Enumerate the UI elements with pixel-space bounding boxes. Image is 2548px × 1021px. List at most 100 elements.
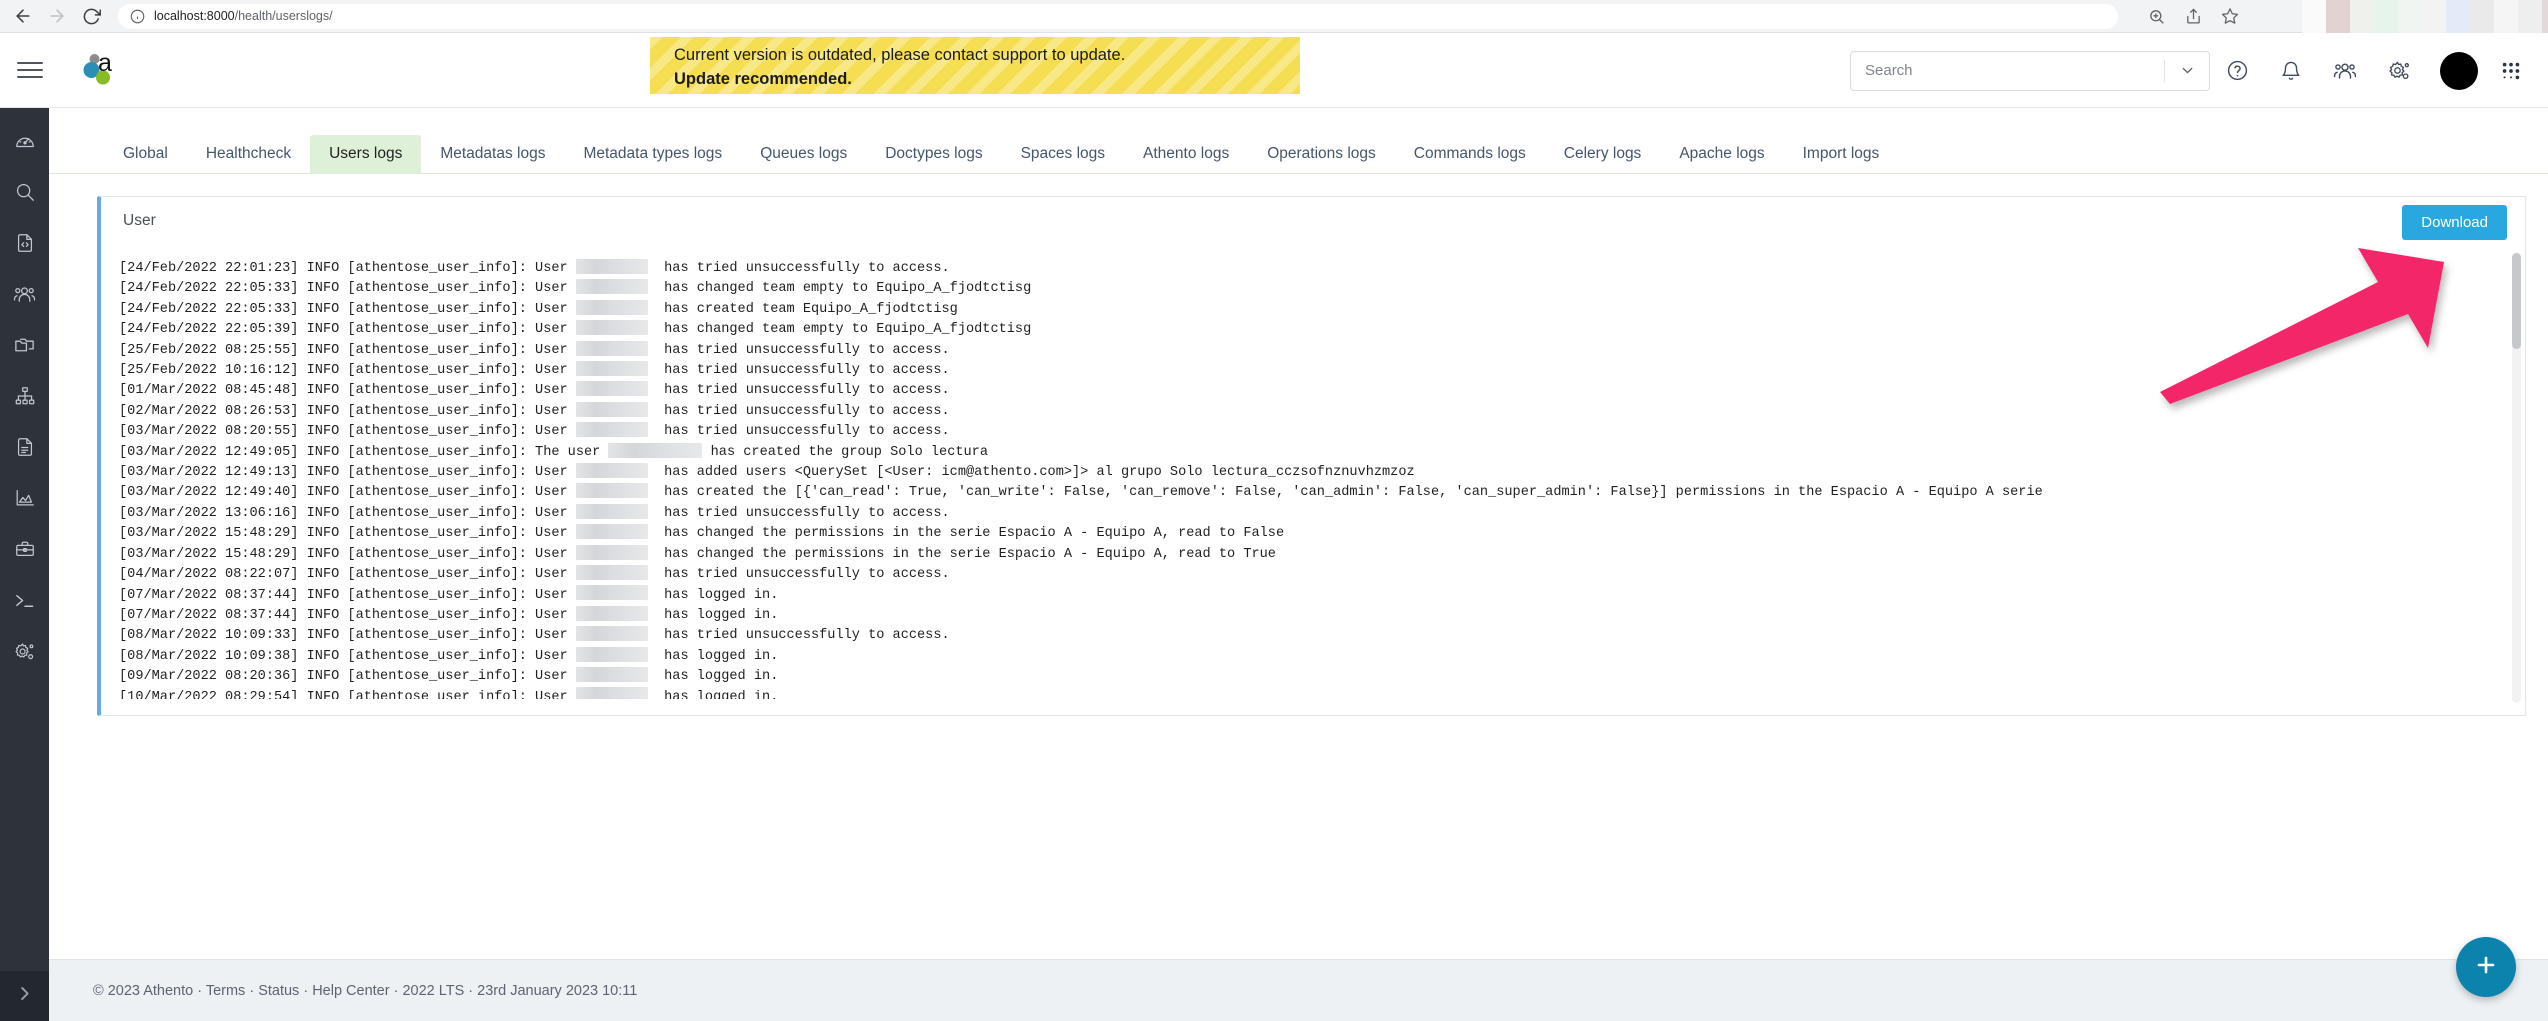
- log-line-suffix: has logged in.: [648, 669, 779, 684]
- sidebar-item-folders[interactable]: [0, 322, 49, 373]
- log-line: [24/Feb/2022 22:01:23] INFO [athentose_u…: [119, 259, 2525, 279]
- global-search[interactable]: [1850, 51, 2210, 91]
- sidebar-expand-toggle[interactable]: [0, 971, 49, 1021]
- svg-text:a: a: [98, 49, 112, 77]
- redacted-username: [576, 320, 648, 335]
- log-line: [03/Mar/2022 12:49:05] INFO [athentose_u…: [119, 443, 2525, 463]
- log-scrollbar[interactable]: [2512, 253, 2521, 703]
- share-icon[interactable]: [2183, 6, 2203, 26]
- chevron-down-icon[interactable]: [2165, 52, 2209, 90]
- address-bar[interactable]: localhost:8000/health/userslogs/: [118, 4, 2118, 29]
- redacted-username: [576, 606, 648, 621]
- ghost-tab: [2350, 0, 2374, 33]
- footer-sep: ·: [390, 983, 403, 999]
- tab-global[interactable]: Global: [104, 135, 187, 174]
- log-line-prefix: [08/Mar/2022 10:09:33] INFO [athentose_u…: [119, 628, 576, 643]
- log-line-suffix: has tried unsuccessfully to access.: [648, 363, 950, 378]
- log-line-suffix: has changed the permissions in the serie…: [648, 526, 1284, 541]
- users-group-icon[interactable]: [2318, 49, 2372, 93]
- sidebar-item-search[interactable]: [0, 169, 49, 220]
- log-line-prefix: [04/Mar/2022 08:22:07] INFO [athentose_u…: [119, 567, 576, 582]
- sidebar-item-administration[interactable]: [0, 628, 49, 679]
- footer-link-help-center[interactable]: Help Center: [312, 983, 389, 999]
- help-icon[interactable]: [2210, 49, 2264, 93]
- create-new-button[interactable]: [2456, 937, 2516, 997]
- log-line-suffix: has logged in.: [648, 649, 779, 664]
- browser-toolbar: localhost:8000/health/userslogs/: [0, 0, 2548, 33]
- sitemap-hierarchy-icon: [14, 385, 36, 412]
- chevron-right-icon: [15, 984, 34, 1008]
- zoom-in-icon[interactable]: [2146, 6, 2166, 26]
- sidebar-item-documents[interactable]: [0, 424, 49, 475]
- log-line-suffix: has changed team empty to Equipo_A_fjodt…: [648, 281, 1031, 296]
- magnifier-search-icon: [14, 181, 36, 208]
- footer-link-status[interactable]: Status: [258, 983, 299, 999]
- log-line: [03/Mar/2022 15:48:29] INFO [athentose_u…: [119, 524, 2525, 544]
- apps-grid-icon[interactable]: [2490, 49, 2532, 93]
- sidebar-item-code-documents[interactable]: [0, 220, 49, 271]
- download-button[interactable]: Download: [2402, 205, 2507, 240]
- url-path: /health/userslogs/: [235, 9, 333, 23]
- sidebar-item-dashboard[interactable]: [0, 118, 49, 169]
- log-line: [24/Feb/2022 22:05:33] INFO [athentose_u…: [119, 279, 2525, 299]
- log-line: [03/Mar/2022 12:49:13] INFO [athentose_u…: [119, 463, 2525, 483]
- tab-celery-logs[interactable]: Celery logs: [1545, 135, 1661, 174]
- tab-healthcheck[interactable]: Healthcheck: [187, 135, 310, 174]
- log-output[interactable]: [24/Feb/2022 22:01:23] INFO [athentose_u…: [101, 245, 2525, 699]
- tab-operations-logs[interactable]: Operations logs: [1248, 135, 1395, 174]
- sidebar-item-workflows[interactable]: [0, 373, 49, 424]
- log-line: [24/Feb/2022 22:05:39] INFO [athentose_u…: [119, 320, 2525, 340]
- log-line-prefix: [24/Feb/2022 22:01:23] INFO [athentose_u…: [119, 261, 576, 276]
- hamburger-menu-icon[interactable]: [17, 59, 43, 81]
- tab-metadata-types-logs[interactable]: Metadata types logs: [564, 135, 741, 174]
- footer-link-terms[interactable]: Terms: [206, 983, 245, 999]
- log-line-suffix: has created the [{'can_read': True, 'can…: [648, 485, 2043, 500]
- tab-queues-logs[interactable]: Queues logs: [741, 135, 866, 174]
- redacted-username: [576, 463, 648, 478]
- user-avatar[interactable]: [2440, 52, 2478, 90]
- redacted-username: [576, 259, 648, 274]
- tab-metadatas-logs[interactable]: Metadatas logs: [421, 135, 564, 174]
- star-bookmark-icon[interactable]: [2220, 6, 2240, 26]
- ghost-tab: [2470, 0, 2494, 33]
- sidebar-item-users[interactable]: [0, 271, 49, 322]
- log-line-prefix: [03/Mar/2022 15:48:29] INFO [athentose_u…: [119, 547, 576, 562]
- search-input[interactable]: [1851, 62, 2164, 79]
- sidebar-item-toolbox[interactable]: [0, 526, 49, 577]
- log-line-suffix: has created team Equipo_A_fjodtctisg: [648, 302, 958, 317]
- log-line-suffix: has logged in.: [648, 608, 779, 623]
- tab-commands-logs[interactable]: Commands logs: [1395, 135, 1545, 174]
- file-code-icon: [14, 232, 36, 259]
- redacted-username: [576, 504, 648, 519]
- tab-users-logs[interactable]: Users logs: [310, 135, 421, 174]
- ghost-tab: [2398, 0, 2422, 33]
- browser-action-icons: [2146, 6, 2240, 26]
- tab-athento-logs[interactable]: Athento logs: [1124, 135, 1248, 174]
- plus-icon: [2473, 952, 2499, 983]
- redacted-username: [576, 402, 648, 417]
- tab-import-logs[interactable]: Import logs: [1784, 135, 1899, 174]
- log-line-prefix: [03/Mar/2022 12:49:13] INFO [athentose_u…: [119, 465, 576, 480]
- reload-icon[interactable]: [76, 1, 106, 31]
- ghost-tab: [2302, 0, 2326, 33]
- log-line: [07/Mar/2022 08:37:44] INFO [athentose_u…: [119, 586, 2525, 606]
- sidebar-item-console[interactable]: [0, 577, 49, 628]
- log-line-suffix: has tried unsuccessfully to access.: [648, 343, 950, 358]
- tab-spaces-logs[interactable]: Spaces logs: [1002, 135, 1124, 174]
- log-scrollbar-thumb[interactable]: [2512, 253, 2521, 349]
- settings-gear-icon[interactable]: [2372, 49, 2426, 93]
- sidebar-item-reports[interactable]: [0, 475, 49, 526]
- site-info-icon[interactable]: [130, 9, 145, 24]
- log-line-prefix: [01/Mar/2022 08:45:48] INFO [athentose_u…: [119, 383, 576, 398]
- footer-sep: ·: [464, 983, 477, 999]
- athento-logo[interactable]: a: [80, 49, 122, 91]
- tab-apache-logs[interactable]: Apache logs: [1660, 135, 1783, 174]
- forward-arrow-icon[interactable]: [42, 1, 72, 31]
- back-arrow-icon[interactable]: [8, 1, 38, 31]
- footer-build-date: 23rd January 2023 10:11: [477, 983, 637, 999]
- redacted-username: [576, 647, 648, 662]
- tab-doctypes-logs[interactable]: Doctypes logs: [866, 135, 1001, 174]
- notifications-bell-icon[interactable]: [2264, 49, 2318, 93]
- log-line-suffix: has tried unsuccessfully to access.: [648, 567, 950, 582]
- footer-sep: ·: [299, 983, 312, 999]
